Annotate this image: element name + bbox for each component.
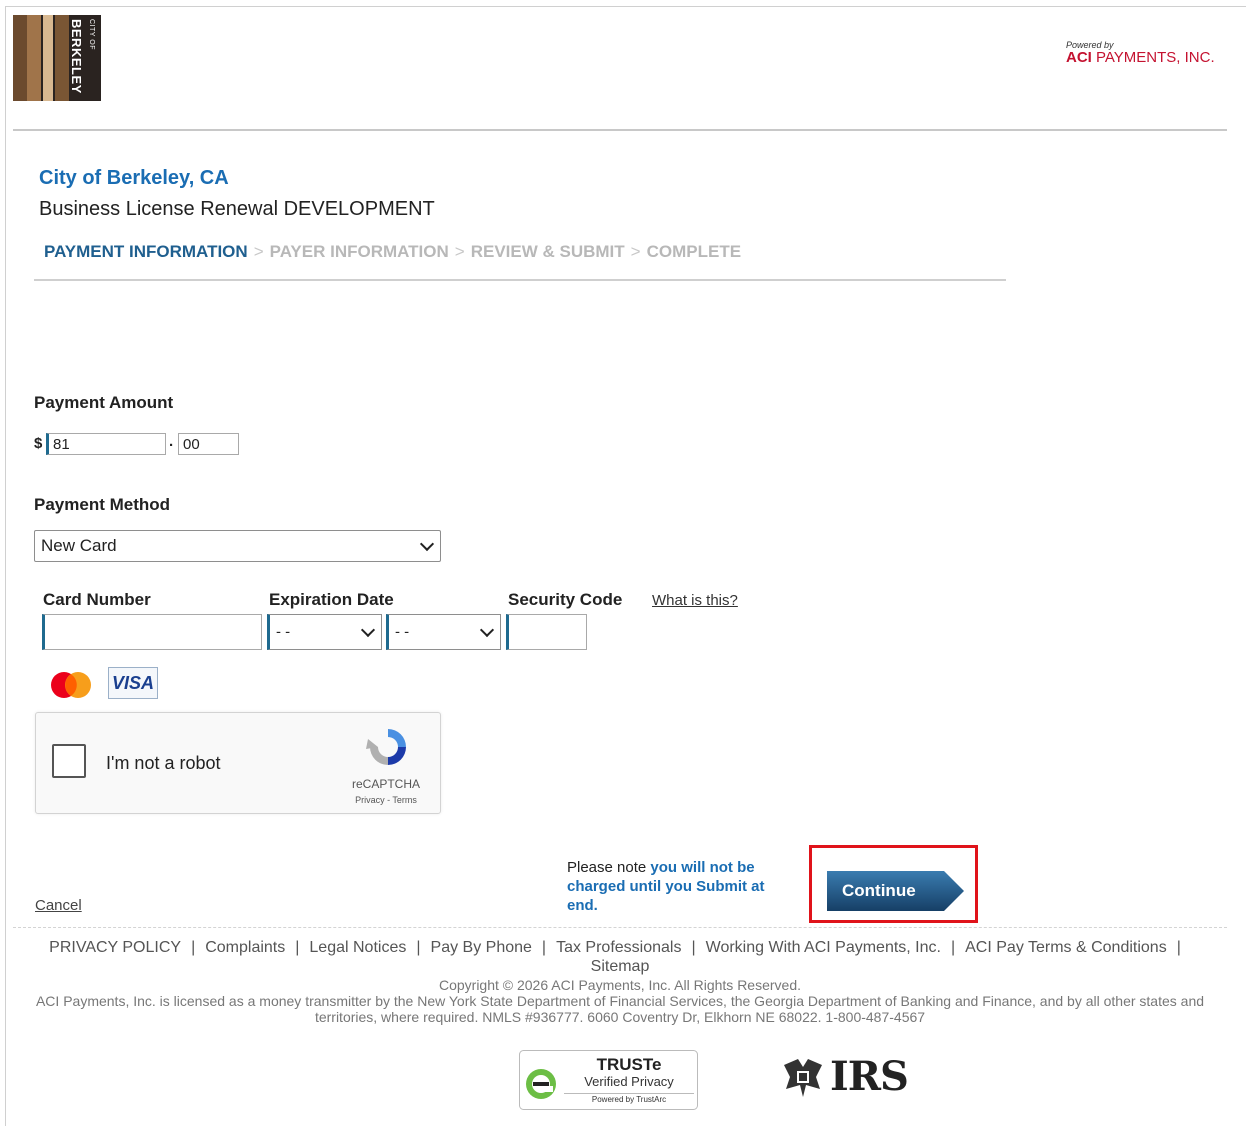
footer-link-aci-pay-terms[interactable]: ACI Pay Terms & Conditions bbox=[965, 939, 1167, 956]
license-text: ACI Payments, Inc. is licensed as a mone… bbox=[35, 993, 1205, 1025]
irs-text: IRS bbox=[830, 1053, 909, 1100]
footer-links: PRIVACY POLICY | Complaints | Legal Notices |… bbox=[49, 939, 1181, 975]
recaptcha-privacy-terms[interactable]: Privacy - Terms bbox=[336, 795, 436, 805]
what-is-this-link[interactable]: What is this? bbox=[652, 592, 738, 609]
recaptcha-checkbox[interactable] bbox=[52, 744, 86, 778]
charge-note: Please note you will not be charged unti… bbox=[567, 858, 797, 915]
charge-note-prefix: Please note bbox=[567, 859, 651, 876]
step-payer-information: PAYER INFORMATION bbox=[269, 242, 449, 261]
application-title: Business License Renewal DEVELOPMENT bbox=[39, 198, 435, 220]
payment-method-selected: New Card bbox=[41, 536, 117, 555]
footer-link-pay-by-phone[interactable]: Pay By Phone bbox=[431, 939, 532, 956]
logo-text: CITY OF BERKELEY bbox=[69, 19, 95, 94]
expiration-year-selected: - - bbox=[395, 623, 410, 641]
copyright-text: Copyright © 2026 ACI Payments, Inc. All … bbox=[438, 977, 802, 993]
truste-subtitle: Verified Privacy bbox=[584, 1074, 674, 1089]
step-complete: COMPLETE bbox=[646, 242, 742, 261]
chevron-down-icon bbox=[419, 536, 435, 552]
payment-amount-whole-input[interactable] bbox=[46, 433, 166, 455]
progress-steps: PAYMENT INFORMATION > PAYER INFORMATION > RE… bbox=[44, 242, 741, 262]
mastercard-icon bbox=[51, 672, 91, 698]
payment-method-label: Payment Method bbox=[34, 495, 171, 514]
expiration-date-label: Expiration Date bbox=[269, 590, 394, 609]
steps-divider bbox=[34, 279, 1006, 281]
header-divider bbox=[13, 129, 1227, 131]
payment-amount-cents-input[interactable] bbox=[178, 433, 239, 455]
visa-icon: VISA bbox=[108, 667, 158, 699]
card-number-label: Card Number bbox=[43, 590, 151, 609]
footer-link-legal-notices[interactable]: Legal Notices bbox=[309, 939, 406, 956]
step-review-submit: REVIEW & SUBMIT bbox=[470, 242, 625, 261]
truste-badge[interactable]: TRUSTe Verified Privacy Powered by Trust… bbox=[519, 1050, 698, 1110]
truste-powered: Powered by TrustArc bbox=[564, 1093, 694, 1106]
cancel-link[interactable]: Cancel bbox=[35, 897, 82, 914]
irs-logo: IRS bbox=[780, 1053, 920, 1101]
footer-legal-text: Copyright © 2026 ACI Payments, Inc. All … bbox=[13, 977, 1227, 1025]
chevron-down-icon bbox=[479, 622, 495, 638]
step-payment-information: PAYMENT INFORMATION bbox=[44, 242, 248, 261]
irs-eagle-icon bbox=[784, 1059, 822, 1097]
footer-link-sitemap[interactable]: Sitemap bbox=[591, 958, 650, 975]
continue-button[interactable]: Continue bbox=[827, 871, 964, 911]
footer-link-working-with-aci[interactable]: Working With ACI Payments, Inc. bbox=[706, 939, 941, 956]
expiration-month-selected: - - bbox=[276, 623, 291, 641]
recaptcha-icon bbox=[366, 729, 406, 765]
payment-method-select[interactable]: New Card bbox=[34, 530, 441, 562]
city-of-berkeley-logo: CITY OF BERKELEY bbox=[13, 15, 101, 101]
expiration-year-select[interactable]: - - bbox=[386, 614, 501, 650]
card-number-input[interactable] bbox=[42, 614, 262, 650]
security-code-label: Security Code bbox=[508, 590, 623, 609]
step-separator: > bbox=[253, 242, 264, 261]
currency-symbol: $ bbox=[34, 435, 43, 452]
footer-divider bbox=[13, 927, 1227, 929]
footer-link-complaints[interactable]: Complaints bbox=[205, 939, 285, 956]
aci-payments-logo: Powered by ACI PAYMENTS, INC. bbox=[1066, 40, 1231, 68]
decimal-point: . bbox=[169, 433, 174, 450]
expiration-month-select[interactable]: - - bbox=[267, 614, 382, 650]
security-code-input[interactable] bbox=[506, 614, 587, 650]
chevron-down-icon bbox=[360, 622, 376, 638]
footer-link-tax-professionals[interactable]: Tax Professionals bbox=[556, 939, 681, 956]
continue-label: Continue bbox=[842, 881, 916, 900]
step-separator: > bbox=[630, 242, 641, 261]
organization-title: City of Berkeley, CA bbox=[39, 167, 229, 189]
recaptcha-widget: I'm not a robot reCAPTCHA Privacy - Term… bbox=[35, 712, 441, 814]
footer-link-privacy-policy[interactable]: PRIVACY POLICY bbox=[49, 939, 181, 956]
truste-title: TRUSTe bbox=[596, 1055, 662, 1074]
recaptcha-brand: reCAPTCHA bbox=[351, 777, 420, 791]
payment-amount-label: Payment Amount bbox=[34, 393, 174, 412]
step-separator: > bbox=[454, 242, 465, 261]
aci-logo-text: ACI PAYMENTS, INC. bbox=[1066, 49, 1215, 66]
recaptcha-label: I'm not a robot bbox=[106, 753, 221, 773]
